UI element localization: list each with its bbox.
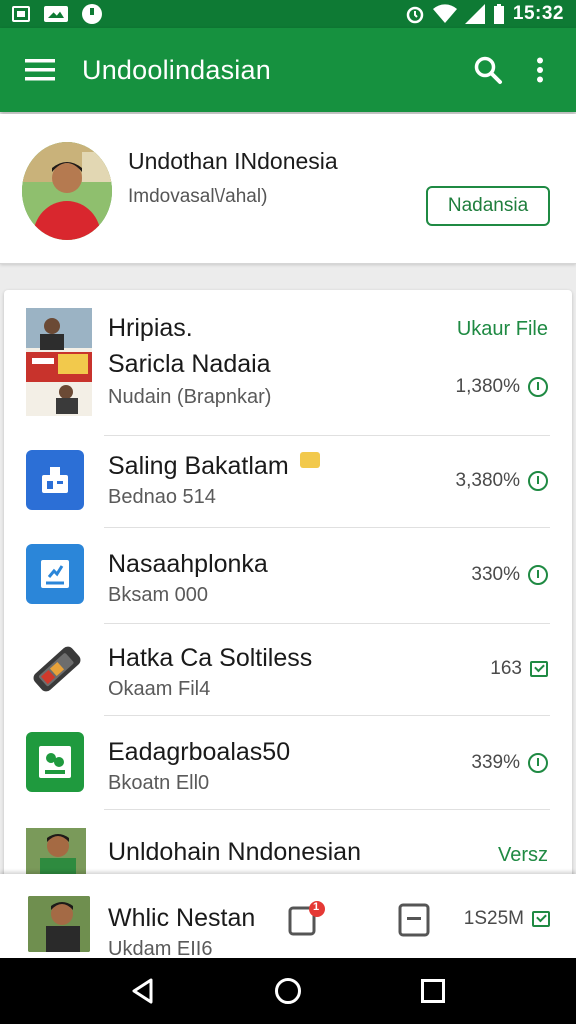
back-button[interactable] xyxy=(121,969,165,1013)
list-item-meta: 339% xyxy=(471,752,548,774)
list-item[interactable]: Hatka Ca Soltiless Okaam Fil4 163 xyxy=(4,624,572,716)
list-item-title: Saling Bakatlam xyxy=(108,452,320,481)
list-item-title-line2: Saricla Nadaia xyxy=(108,350,271,378)
avatar[interactable] xyxy=(22,142,112,240)
recents-icon xyxy=(421,979,446,1003)
list-item-meta: 163 xyxy=(490,658,548,680)
bottom-bar-subtitle: Ukdam EII6 xyxy=(108,938,213,958)
list-item[interactable]: Saling Bakatlam Bednao 514 3,380% xyxy=(4,436,572,528)
menu-button[interactable] xyxy=(12,42,68,98)
list-item-title: Eadagrboalas50 xyxy=(108,738,291,766)
info-icon[interactable] xyxy=(528,471,548,491)
more-options-button[interactable] xyxy=(514,42,566,98)
list-item-size: 330% xyxy=(471,564,520,585)
notification-card-icon xyxy=(288,901,325,936)
app-list-card: Hripias. Saricla Nadaia Nudain (Brapnkar… xyxy=(4,290,572,910)
image-notification-icon xyxy=(44,6,68,22)
list-item-action[interactable]: Versz xyxy=(498,844,548,867)
app-icon xyxy=(26,450,84,510)
list-item-size: 163 xyxy=(490,658,522,679)
app-thumbnail xyxy=(26,638,88,700)
list-item-size: 1,380% xyxy=(455,376,520,397)
list-item-meta: 1,380% xyxy=(456,376,548,398)
list-item-title: Nasaahplonka xyxy=(108,550,268,578)
check-box-icon[interactable] xyxy=(530,661,548,677)
badge-icon xyxy=(299,452,320,468)
list-item-action[interactable]: Ukaur File xyxy=(457,318,548,341)
list-item[interactable]: Eadagrboalas50 Bkoatn Ell0 339% xyxy=(4,716,572,810)
status-bar: 15:32 xyxy=(0,0,576,28)
bottom-bar-title: Whlic Nestan xyxy=(108,904,256,932)
bottom-bar-meta: 1S25M xyxy=(464,908,550,930)
signal-icon xyxy=(464,4,485,24)
list-item-meta: 330% xyxy=(471,564,548,586)
app-thumbnail xyxy=(26,828,86,876)
app-title: Undoolindasian xyxy=(82,54,271,85)
document-icon xyxy=(398,903,430,937)
document-button[interactable] xyxy=(396,902,432,938)
list-item[interactable]: Nasaahplonka Bksam 000 330% xyxy=(4,528,572,624)
list-item-subtitle: Okaam Fil4 xyxy=(108,678,211,700)
profile-subtitle: Imdovasal\/ahal) xyxy=(128,186,268,207)
list-item-subtitle: Nudain (Brapnkar) xyxy=(108,386,272,408)
app-bar: Undoolindasian xyxy=(0,28,576,112)
list-item-title-text: Saling Bakatlam xyxy=(108,452,289,480)
battery-icon xyxy=(493,4,504,24)
profile-card: Undothan INdonesia Imdovasal\/ahal) Nada… xyxy=(0,114,576,264)
recents-button[interactable] xyxy=(411,969,455,1013)
app-thumbnail xyxy=(26,308,92,416)
list-item-size: 3,380% xyxy=(455,470,520,491)
search-icon xyxy=(474,56,502,84)
download-notification-icon xyxy=(82,4,102,24)
list-item-size: 339% xyxy=(471,752,520,773)
app-icon xyxy=(26,544,84,604)
list-item-title: Unldohain Nndonesian xyxy=(108,838,361,866)
info-icon[interactable] xyxy=(528,377,548,397)
home-button[interactable] xyxy=(266,969,310,1013)
notification-badge-count: 1 xyxy=(313,901,320,913)
list-item-subtitle: Bednao 514 xyxy=(108,486,216,508)
alarm-icon xyxy=(406,6,424,24)
app-icon xyxy=(26,732,84,792)
status-time: 15:32 xyxy=(512,3,564,24)
list-item-subtitle: Bksam 000 xyxy=(108,584,209,606)
profile-name: Undothan INdonesia xyxy=(128,148,338,174)
search-button[interactable] xyxy=(462,42,514,98)
menu-icon xyxy=(25,59,55,81)
list-item-subtitle: Bkoatn Ell0 xyxy=(108,772,210,794)
info-icon[interactable] xyxy=(528,565,548,585)
system-nav-bar xyxy=(0,958,576,1024)
notification-icon xyxy=(12,6,30,22)
more-vert-icon xyxy=(537,57,543,83)
home-icon xyxy=(274,978,301,1004)
list-item[interactable]: Hripias. Saricla Nadaia Nudain (Brapnkar… xyxy=(4,290,572,436)
bottom-bar-thumbnail[interactable] xyxy=(28,896,90,952)
bottom-bar-size: 1S25M xyxy=(463,908,524,929)
bottom-bar: Whlic Nestan Ukdam EII6 1 1S25M xyxy=(0,874,576,958)
check-box-icon[interactable] xyxy=(532,911,550,927)
info-icon[interactable] xyxy=(528,753,548,773)
list-item-title: Hatka Ca Soltiless xyxy=(108,644,313,672)
wifi-icon xyxy=(432,4,457,24)
notifications-button[interactable]: 1 xyxy=(288,900,328,938)
back-icon xyxy=(132,978,153,1004)
list-item-meta: 3,380% xyxy=(456,470,548,492)
list-item-title: Hripias. xyxy=(108,314,193,342)
profile-action-button[interactable]: Nadansia xyxy=(426,186,550,226)
